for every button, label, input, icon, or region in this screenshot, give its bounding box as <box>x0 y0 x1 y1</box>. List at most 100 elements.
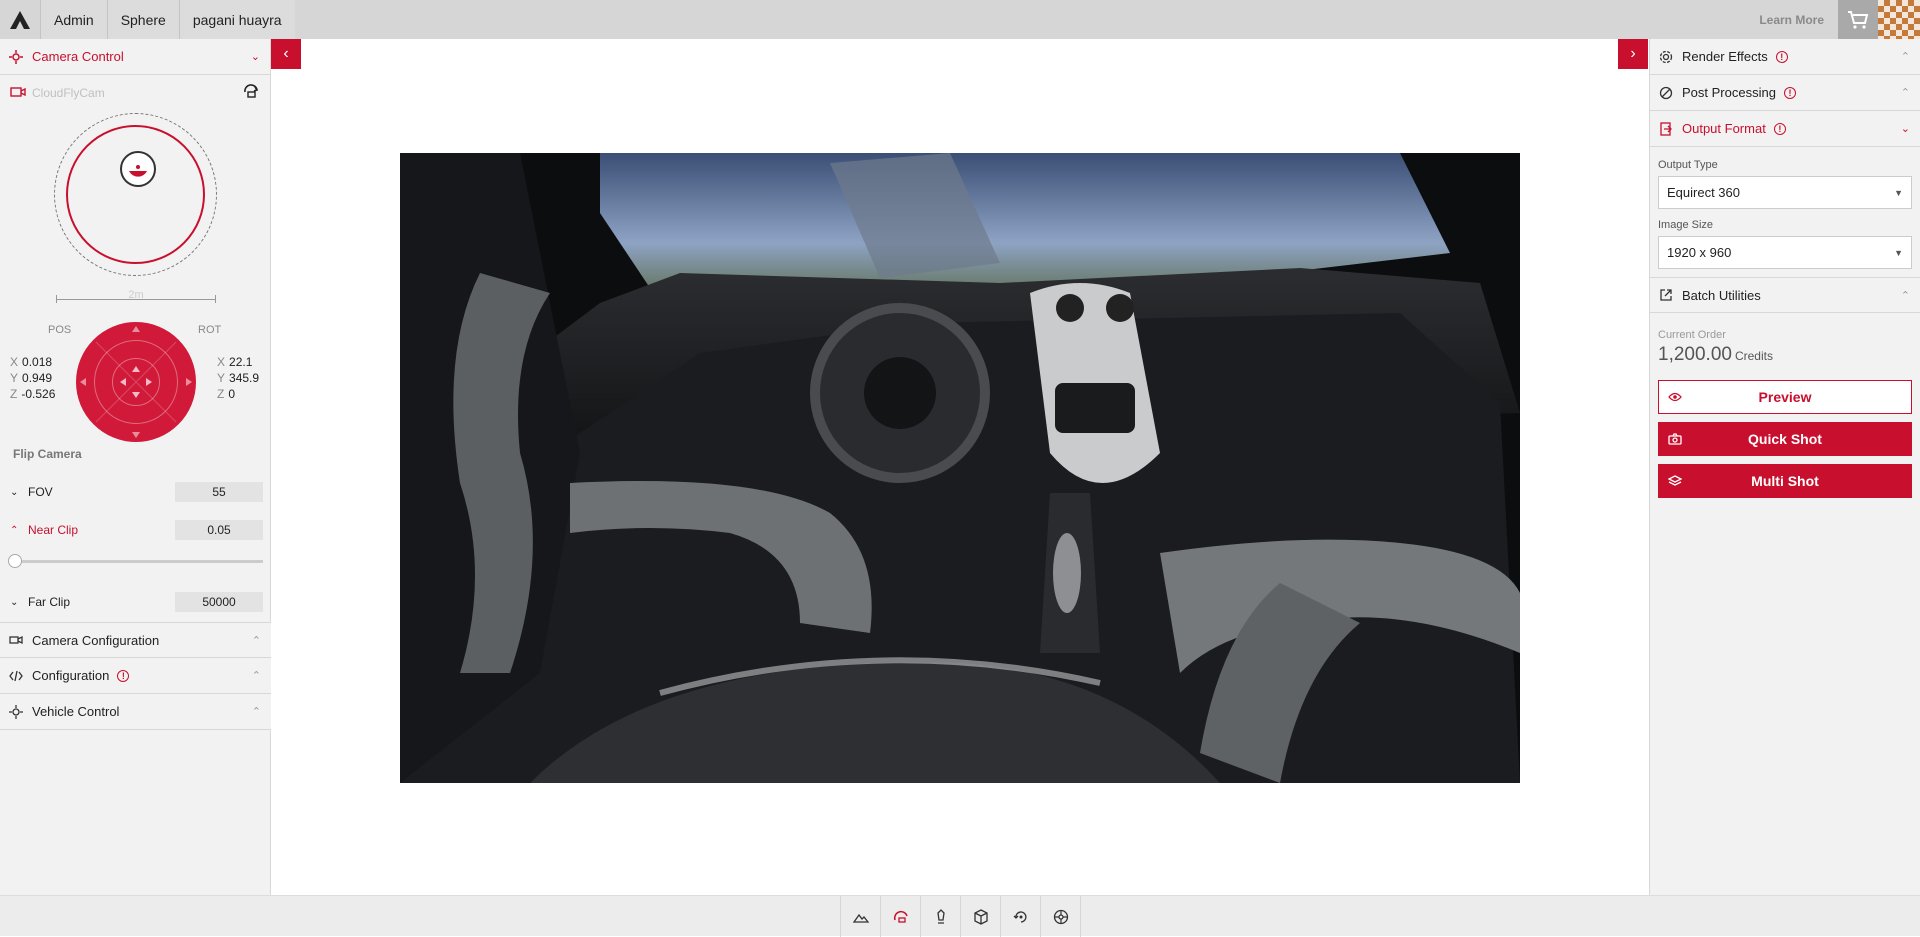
far-clip-field[interactable]: ⌄ Far Clip 50000 <box>0 587 271 617</box>
chevron-up-icon: ⌃ <box>251 670 261 682</box>
output-format-label: Output Format <box>1682 121 1766 136</box>
image-size-value: 1920 x 960 <box>1667 245 1732 260</box>
environment-icon[interactable] <box>841 896 881 937</box>
pos-z: Z -0.526 <box>10 387 55 401</box>
pos-y: Y 0.949 <box>10 371 52 385</box>
camera-control-label: Camera Control <box>32 49 124 64</box>
flip-camera-button[interactable]: Flip Camera <box>13 447 82 461</box>
chevron-up-icon: ⌃ <box>251 706 261 718</box>
chevron-down-icon[interactable]: ⌄ <box>10 487 18 498</box>
post-processing-header[interactable]: Post Processing ! ⌃ <box>1650 75 1920 111</box>
render-effects-header[interactable]: Render Effects ! ⌃ <box>1650 39 1920 75</box>
info-icon[interactable]: ! <box>117 669 130 682</box>
collapse-left-panel-button[interactable]: ‹ <box>271 39 301 69</box>
info-icon[interactable]: ! <box>1783 86 1796 99</box>
far-clip-label: Far Clip <box>28 595 71 609</box>
camera-configuration-header[interactable]: Camera Configuration ⌃ <box>0 622 271 658</box>
video-camera-icon <box>8 632 24 648</box>
rot-x-value: 22.1 <box>229 355 253 369</box>
batch-utilities-header[interactable]: Batch Utilities ⌃ <box>1650 277 1920 313</box>
axis-z-label: Z <box>10 387 18 401</box>
chevron-down-icon: ▼ <box>1894 247 1903 258</box>
credits-label: Credits <box>1734 349 1773 363</box>
axis-y-label: Y <box>217 371 226 385</box>
output-format-header[interactable]: Output Format ! ⌄ <box>1650 111 1920 147</box>
collapse-right-panel-button[interactable]: › <box>1618 39 1648 69</box>
current-order-value: 1,200.00 Credits <box>1658 344 1912 366</box>
image-size-select[interactable]: 1920 x 960 ▼ <box>1658 236 1912 269</box>
rot-z-value: 0 <box>228 387 236 401</box>
chevron-down-icon[interactable]: ⌄ <box>10 597 18 608</box>
layers-icon <box>1659 475 1691 487</box>
axis-z-label: Z <box>217 387 225 401</box>
order-section: Current Order 1,200.00 Credits Preview Qu… <box>1650 313 1920 498</box>
output-format-body: Output Type Equirect 360 ▼ Image Size 19… <box>1650 147 1920 269</box>
quick-shot-label: Quick Shot <box>1748 431 1822 447</box>
gear-icon <box>1658 49 1674 65</box>
chevron-up-icon[interactable]: ⌃ <box>10 525 18 536</box>
nav-project[interactable]: pagani huayra <box>178 0 295 39</box>
rot-z: Z0 <box>217 387 235 401</box>
output-type-select[interactable]: Equirect 360 ▼ <box>1658 176 1912 209</box>
bottom-toolbar <box>0 895 1920 937</box>
nav-admin[interactable]: Admin <box>40 0 107 39</box>
preview-label: Preview <box>1758 389 1812 405</box>
joystick-arrows-icon <box>80 326 192 438</box>
camera-row: CloudFlyCam <box>0 75 270 111</box>
multi-shot-button[interactable]: Multi Shot <box>1658 464 1912 498</box>
near-clip-input[interactable]: 0.05 <box>175 520 263 540</box>
wheel-icon[interactable] <box>1041 896 1081 937</box>
post-processing-icon <box>1658 85 1674 101</box>
learn-more-link[interactable]: Learn More <box>1745 0 1838 39</box>
pos-y-value: 0.949 <box>22 371 53 385</box>
configuration-header[interactable]: Configuration ! ⌃ <box>0 658 271 694</box>
info-icon[interactable]: ! <box>1773 122 1786 135</box>
code-icon <box>8 668 24 684</box>
vehicle-control-label: Vehicle Control <box>32 704 120 719</box>
vehicle-control-icon <box>8 704 24 720</box>
distance-scale: 2m <box>56 289 216 303</box>
slider-thumb[interactable] <box>8 554 22 568</box>
near-clip-slider[interactable] <box>8 554 263 568</box>
rot-y: Y 345.9 <box>217 371 259 385</box>
vehicle-control-header[interactable]: Vehicle Control ⌃ <box>0 694 271 730</box>
far-clip-input[interactable]: 50000 <box>175 592 263 612</box>
cart-icon[interactable] <box>1838 0 1878 39</box>
camera-orbit-dial[interactable] <box>54 113 217 276</box>
axis-y-label: Y <box>10 371 19 385</box>
camera-control-icon <box>8 49 24 65</box>
pos-z-value: -0.526 <box>21 387 56 401</box>
camera-control-header[interactable]: Camera Control ⌄ <box>0 39 270 75</box>
near-clip-label: Near Clip <box>28 523 79 537</box>
output-type-label: Output Type <box>1658 159 1718 171</box>
orbit-ring <box>66 125 205 264</box>
info-icon[interactable]: ! <box>1775 50 1788 63</box>
near-clip-field[interactable]: ⌃ Near Clip 0.05 <box>0 515 271 545</box>
rot-label: ROT <box>198 324 222 336</box>
batch-utilities-label: Batch Utilities <box>1682 287 1761 303</box>
preview-button[interactable]: Preview <box>1658 380 1912 414</box>
app-logo-icon[interactable] <box>0 0 40 39</box>
rotate-icon[interactable] <box>1001 896 1041 937</box>
output-type-value: Equirect 360 <box>1667 185 1740 200</box>
render-viewport[interactable] <box>400 153 1520 783</box>
camera-path-icon[interactable] <box>881 896 921 937</box>
fov-input[interactable]: 55 <box>175 482 263 502</box>
fov-label: FOV <box>28 485 53 499</box>
fov-field[interactable]: ⌄ FOV 55 <box>0 477 271 507</box>
right-panel: Render Effects ! ⌃ Post Processing ! ⌃ O… <box>1649 39 1920 895</box>
camera-position-knob[interactable] <box>120 151 156 187</box>
light-icon[interactable] <box>921 896 961 937</box>
chevron-down-icon: ⌄ <box>250 51 260 63</box>
camera-switch-icon[interactable] <box>242 83 260 104</box>
video-camera-icon <box>10 86 26 101</box>
rot-x: X 22.1 <box>217 355 252 369</box>
avatar[interactable] <box>1878 0 1920 39</box>
movement-joystick[interactable] <box>76 322 196 442</box>
post-processing-label: Post Processing <box>1682 85 1776 100</box>
nav-sphere[interactable]: Sphere <box>106 0 179 39</box>
quick-shot-button[interactable]: Quick Shot <box>1658 422 1912 456</box>
cube-icon[interactable] <box>961 896 1001 937</box>
current-order-label: Current Order <box>1658 329 1726 341</box>
pos-x: X 0.018 <box>10 355 52 369</box>
